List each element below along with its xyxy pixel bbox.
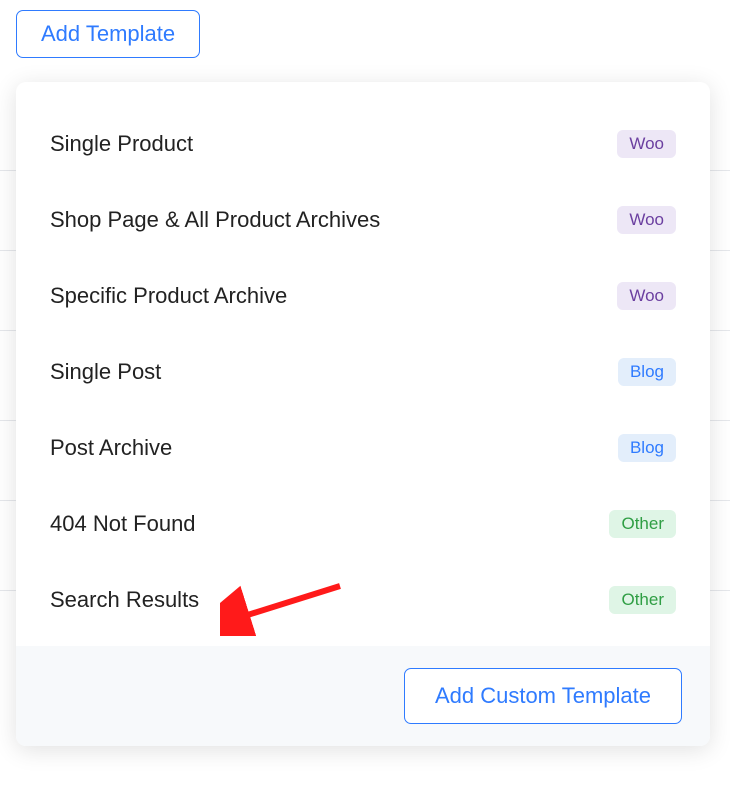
template-item-badge: Other: [609, 586, 676, 614]
template-item-badge: Woo: [617, 206, 676, 234]
template-item-badge: Blog: [618, 434, 676, 462]
template-item-specific-product-archive[interactable]: Specific Product Archive Woo: [16, 258, 710, 334]
add-template-button[interactable]: Add Template: [16, 10, 200, 58]
template-item-badge: Woo: [617, 282, 676, 310]
template-item-search-results[interactable]: Search Results Other: [16, 562, 710, 638]
template-item-label: Shop Page & All Product Archives: [50, 207, 380, 233]
template-item-label: Single Product: [50, 131, 193, 157]
template-item-post-archive[interactable]: Post Archive Blog: [16, 410, 710, 486]
template-dropdown: Single Product Woo Shop Page & All Produ…: [16, 82, 710, 746]
template-item-badge: Blog: [618, 358, 676, 386]
template-item-404[interactable]: 404 Not Found Other: [16, 486, 710, 562]
add-template-button-label: Add Template: [41, 21, 175, 46]
add-custom-template-button[interactable]: Add Custom Template: [404, 668, 682, 724]
template-item-label: Specific Product Archive: [50, 283, 287, 309]
template-item-single-product[interactable]: Single Product Woo: [16, 100, 710, 182]
template-item-label: Post Archive: [50, 435, 172, 461]
template-item-label: Single Post: [50, 359, 161, 385]
dropdown-footer: Add Custom Template: [16, 646, 710, 746]
template-item-label: 404 Not Found: [50, 511, 196, 537]
template-item-shop-archives[interactable]: Shop Page & All Product Archives Woo: [16, 182, 710, 258]
template-item-label: Search Results: [50, 587, 199, 613]
template-item-badge: Other: [609, 510, 676, 538]
add-custom-template-button-label: Add Custom Template: [435, 683, 651, 708]
template-item-single-post[interactable]: Single Post Blog: [16, 334, 710, 410]
template-item-badge: Woo: [617, 130, 676, 158]
template-list: Single Product Woo Shop Page & All Produ…: [16, 82, 710, 646]
